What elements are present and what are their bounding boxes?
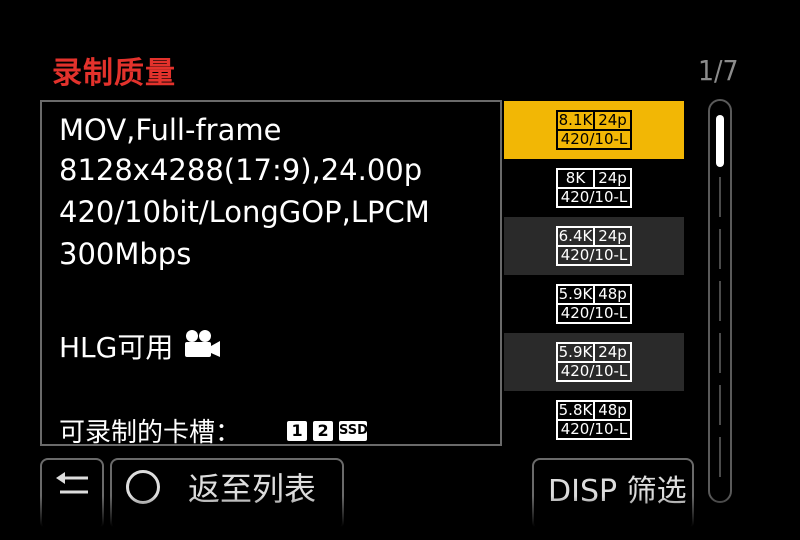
list-item[interactable]: 5.9K 24p 420/10-L bbox=[504, 333, 684, 391]
framerate-label: 24p bbox=[598, 111, 627, 129]
slot-ssd-badge: SSD bbox=[339, 420, 368, 441]
list-item[interactable]: 8K 24p 420/10-L bbox=[504, 159, 684, 217]
bitrate-text: 300Mbps bbox=[59, 237, 192, 271]
scrollbar[interactable] bbox=[708, 99, 732, 503]
quality-badge: 6.4K 24p 420/10-L bbox=[556, 226, 632, 266]
format-label: 420/10-L bbox=[560, 130, 628, 148]
framerate-label: 24p bbox=[598, 227, 627, 245]
quality-badge: 8.1K 24p 420/10-L bbox=[556, 110, 632, 150]
resolution-label: 6.4K bbox=[558, 228, 595, 245]
framerate-label: 48p bbox=[598, 285, 627, 303]
framerate-label: 48p bbox=[598, 401, 627, 419]
resolution-label: 8K bbox=[558, 170, 595, 187]
quality-badge: 5.9K 24p 420/10-L bbox=[556, 342, 632, 382]
hlg-label: HLG可用 bbox=[59, 331, 174, 364]
resolution-label: 5.8K bbox=[558, 402, 595, 419]
format-label: 420/10-L bbox=[560, 304, 628, 322]
slots-label: 可录制的卡槽： bbox=[59, 418, 242, 448]
hlg-row: HLG可用 bbox=[59, 326, 221, 366]
list-item[interactable]: 5.8K 48p 420/10-L bbox=[504, 391, 684, 449]
resolution-label: 8.1K bbox=[558, 112, 595, 129]
file-format-text: MOV,Full-frame bbox=[59, 113, 282, 147]
quality-badge: 5.8K 48p 420/10-L bbox=[556, 400, 632, 440]
framerate-label: 24p bbox=[598, 343, 627, 361]
scroll-thumb[interactable] bbox=[716, 115, 724, 167]
recording-slots-row: 可录制的卡槽： 1 2 SSD bbox=[59, 412, 368, 449]
detail-panel: MOV,Full-frame 8128x4288(17:9),24.00p 42… bbox=[40, 100, 502, 449]
video-camera-icon bbox=[183, 329, 221, 363]
format-label: 420/10-L bbox=[560, 362, 628, 380]
list-item[interactable]: 8.1K 24p 420/10-L bbox=[504, 101, 684, 159]
page-indicator: 1/7 bbox=[698, 54, 739, 87]
slot-2-badge: 2 bbox=[313, 420, 334, 441]
quality-badge: 8K 24p 420/10-L bbox=[556, 168, 632, 208]
quality-list: 8.1K 24p 420/10-L 8K 24p 420/10-L 6.4K 24p … bbox=[504, 101, 684, 449]
resolution-label: 5.9K bbox=[558, 344, 595, 361]
list-item[interactable]: 5.9K 48p 420/10-L bbox=[504, 275, 684, 333]
quality-badge: 5.9K 48p 420/10-L bbox=[556, 284, 632, 324]
bottom-fade bbox=[0, 496, 800, 540]
resolution-label: 5.9K bbox=[558, 286, 595, 303]
slot-1-badge: 1 bbox=[287, 420, 308, 441]
format-label: 420/10-L bbox=[560, 420, 628, 438]
page-title: 录制质量 bbox=[52, 56, 176, 91]
framerate-label: 24p bbox=[598, 169, 627, 187]
format-label: 420/10-L bbox=[560, 188, 628, 206]
format-label: 420/10-L bbox=[560, 246, 628, 264]
list-item[interactable]: 6.4K 24p 420/10-L bbox=[504, 217, 684, 275]
codec-text: 420/10bit/LongGOP,LPCM bbox=[59, 195, 430, 229]
resolution-text: 8128x4288(17:9),24.00p bbox=[59, 153, 423, 187]
